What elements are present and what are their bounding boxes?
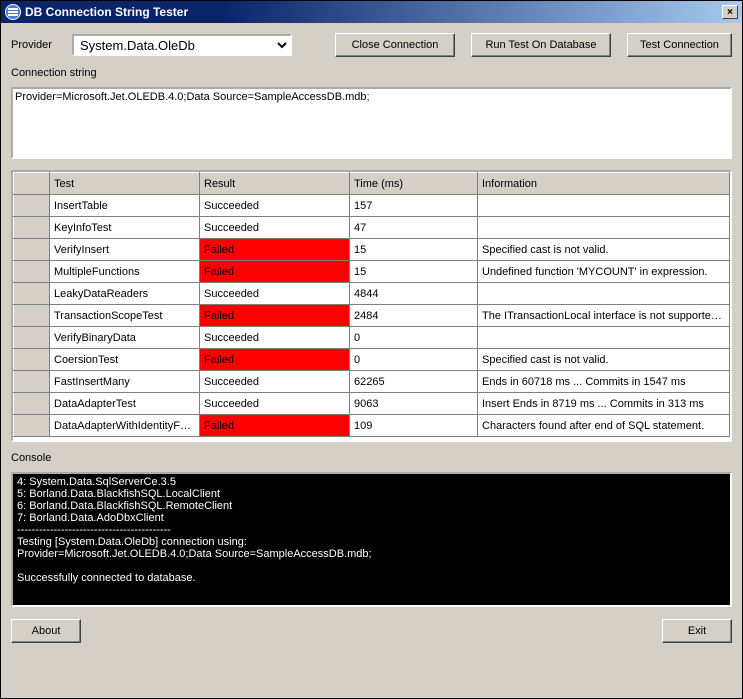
table-row[interactable]: TransactionScopeTestFailed2484The ITrans… xyxy=(14,305,730,327)
row-header xyxy=(14,415,50,437)
table-row[interactable]: KeyInfoTestSucceeded47 xyxy=(14,217,730,239)
cell-time: 15 xyxy=(350,261,478,283)
top-row: Provider System.Data.OleDb Close Connect… xyxy=(11,33,732,57)
row-header xyxy=(14,261,50,283)
cell-test: VerifyInsert xyxy=(50,239,200,261)
cell-test: TransactionScopeTest xyxy=(50,305,200,327)
cell-test: DataAdapterWithIdentityFet... xyxy=(50,415,200,437)
table-row[interactable]: CoersionTestFailed0Specified cast is not… xyxy=(14,349,730,371)
cell-info: Specified cast is not valid. xyxy=(478,239,730,261)
cell-time: 4844 xyxy=(350,283,478,305)
grid-corner xyxy=(14,173,50,195)
cell-test: LeakyDataReaders xyxy=(50,283,200,305)
test-connection-button[interactable]: Test Connection xyxy=(627,33,732,57)
cell-time: 47 xyxy=(350,217,478,239)
row-header xyxy=(14,283,50,305)
window-title: DB Connection String Tester xyxy=(25,5,188,19)
row-header xyxy=(14,349,50,371)
cell-info xyxy=(478,217,730,239)
cell-info: Undefined function 'MYCOUNT' in expressi… xyxy=(478,261,730,283)
cell-result: Failed xyxy=(200,415,350,437)
row-header xyxy=(14,305,50,327)
app-icon xyxy=(5,4,21,20)
client-area: Provider System.Data.OleDb Close Connect… xyxy=(1,23,742,698)
top-buttons: Close Connection Run Test On Database Te… xyxy=(335,33,732,57)
cell-test: VerifyBinaryData xyxy=(50,327,200,349)
results-table: Test Result Time (ms) Information Insert… xyxy=(13,172,730,437)
grid-header-row: Test Result Time (ms) Information xyxy=(14,173,730,195)
cell-test: InsertTable xyxy=(50,195,200,217)
cell-time: 2484 xyxy=(350,305,478,327)
cell-test: DataAdapterTest xyxy=(50,393,200,415)
row-header xyxy=(14,371,50,393)
table-row[interactable]: InsertTableSucceeded157 xyxy=(14,195,730,217)
table-row[interactable]: MultipleFunctionsFailed15Undefined funct… xyxy=(14,261,730,283)
cell-test: CoersionTest xyxy=(50,349,200,371)
provider-label: Provider xyxy=(11,39,66,51)
bottom-row: About Exit xyxy=(11,619,732,643)
cell-result: Succeeded xyxy=(200,371,350,393)
cell-test: MultipleFunctions xyxy=(50,261,200,283)
cell-result: Succeeded xyxy=(200,327,350,349)
results-grid[interactable]: Test Result Time (ms) Information Insert… xyxy=(11,170,732,442)
cell-info xyxy=(478,327,730,349)
cell-time: 109 xyxy=(350,415,478,437)
cell-result: Succeeded xyxy=(200,393,350,415)
table-row[interactable]: VerifyBinaryDataSucceeded0 xyxy=(14,327,730,349)
table-row[interactable]: VerifyInsertFailed15Specified cast is no… xyxy=(14,239,730,261)
app-window: DB Connection String Tester × Provider S… xyxy=(0,0,743,699)
table-row[interactable]: DataAdapterTestSucceeded9063Insert Ends … xyxy=(14,393,730,415)
row-header xyxy=(14,393,50,415)
cell-result: Failed xyxy=(200,305,350,327)
provider-select[interactable]: System.Data.OleDb xyxy=(72,34,292,56)
console-label: Console xyxy=(11,452,732,464)
col-time-header[interactable]: Time (ms) xyxy=(350,173,478,195)
cell-test: FastInsertMany xyxy=(50,371,200,393)
console-output[interactable]: 4: System.Data.SqlServerCe.3.5 5: Borlan… xyxy=(11,472,732,607)
run-test-button[interactable]: Run Test On Database xyxy=(471,33,611,57)
about-button[interactable]: About xyxy=(11,619,81,643)
table-row[interactable]: LeakyDataReadersSucceeded4844 xyxy=(14,283,730,305)
titlebar: DB Connection String Tester × xyxy=(1,1,742,23)
cell-info: Characters found after end of SQL statem… xyxy=(478,415,730,437)
cell-time: 157 xyxy=(350,195,478,217)
window-close-button[interactable]: × xyxy=(722,5,738,19)
connection-string-label: Connection string xyxy=(11,67,732,79)
cell-info xyxy=(478,283,730,305)
table-row[interactable]: FastInsertManySucceeded62265Ends in 6071… xyxy=(14,371,730,393)
row-header xyxy=(14,195,50,217)
cell-info: The ITransactionLocal interface is not s… xyxy=(478,305,730,327)
cell-time: 9063 xyxy=(350,393,478,415)
cell-result: Succeeded xyxy=(200,217,350,239)
table-row[interactable]: DataAdapterWithIdentityFet...Failed109Ch… xyxy=(14,415,730,437)
row-header xyxy=(14,327,50,349)
cell-result: Succeeded xyxy=(200,283,350,305)
row-header xyxy=(14,217,50,239)
cell-time: 0 xyxy=(350,349,478,371)
cell-info: Specified cast is not valid. xyxy=(478,349,730,371)
col-info-header[interactable]: Information xyxy=(478,173,730,195)
cell-time: 62265 xyxy=(350,371,478,393)
cell-test: KeyInfoTest xyxy=(50,217,200,239)
cell-info xyxy=(478,195,730,217)
row-header xyxy=(14,239,50,261)
cell-time: 0 xyxy=(350,327,478,349)
cell-result: Succeeded xyxy=(200,195,350,217)
col-test-header[interactable]: Test xyxy=(50,173,200,195)
cell-result: Failed xyxy=(200,349,350,371)
connection-string-wrap xyxy=(11,87,732,162)
cell-info: Insert Ends in 8719 ms ... Commits in 31… xyxy=(478,393,730,415)
connection-string-input[interactable] xyxy=(11,87,732,159)
col-result-header[interactable]: Result xyxy=(200,173,350,195)
cell-result: Failed xyxy=(200,239,350,261)
cell-result: Failed xyxy=(200,261,350,283)
close-connection-button[interactable]: Close Connection xyxy=(335,33,455,57)
cell-time: 15 xyxy=(350,239,478,261)
exit-button[interactable]: Exit xyxy=(662,619,732,643)
cell-info: Ends in 60718 ms ... Commits in 1547 ms xyxy=(478,371,730,393)
